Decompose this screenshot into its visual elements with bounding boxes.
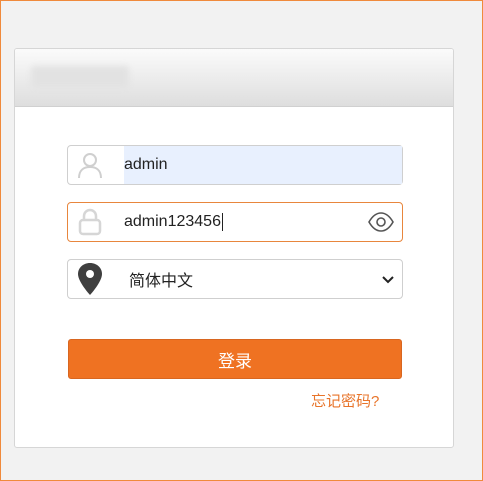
text-cursor (221, 213, 223, 231)
password-value: admin123456 (124, 213, 221, 230)
card-header (15, 49, 453, 107)
username-field[interactable]: admin (67, 145, 403, 185)
lock-icon (68, 203, 112, 241)
map-pin-icon (68, 260, 112, 298)
logo (31, 66, 129, 88)
password-input[interactable]: admin123456 (124, 203, 402, 241)
login-button[interactable]: 登录 (68, 339, 402, 379)
user-icon (68, 146, 112, 184)
forgot-password-link[interactable]: 忘记密码? (311, 390, 379, 411)
language-select[interactable]: 简体中文 (67, 259, 403, 299)
chevron-down-icon (380, 271, 396, 287)
language-selected: 简体中文 (129, 273, 194, 290)
eye-icon[interactable] (368, 212, 394, 232)
username-input[interactable]: admin (124, 146, 402, 184)
password-field[interactable]: admin123456 (67, 202, 403, 242)
window-frame: admin admin123456 简体中文 登录 忘记密码? (0, 0, 483, 481)
username-value: admin (124, 156, 168, 173)
login-card: admin admin123456 简体中文 登录 忘记密码? (14, 48, 454, 448)
